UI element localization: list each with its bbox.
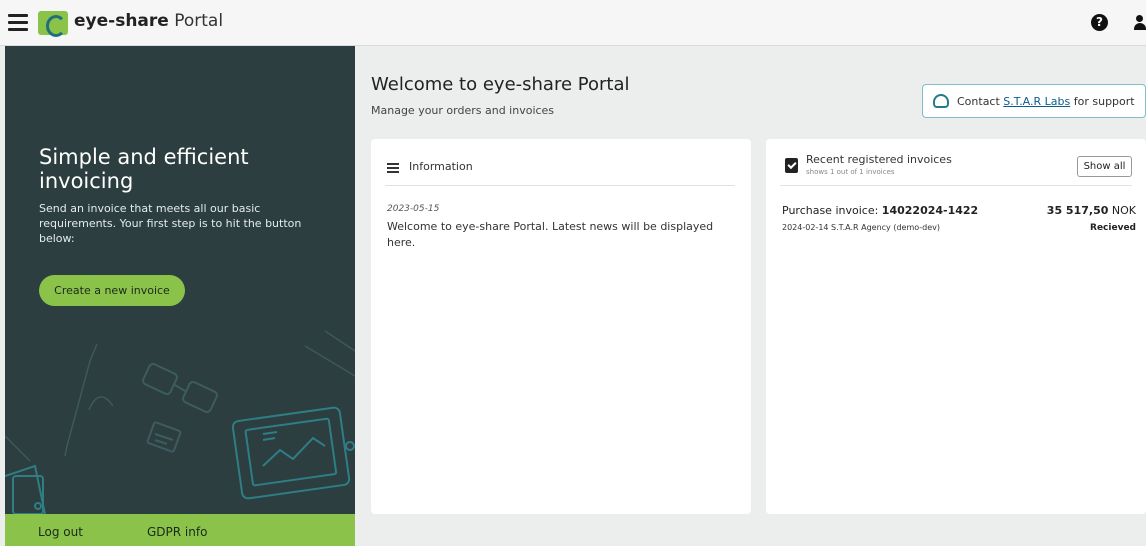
clipboard-check-icon [785, 158, 798, 173]
divider [780, 185, 1132, 186]
invoice-currency: NOK [1111, 204, 1136, 217]
recent-invoices-count: shows 1 out of 1 invoices [806, 168, 895, 176]
panel-description: Send an invoice that meets all our basic… [39, 202, 302, 245]
invoice-title: Purchase invoice: 14022024-1422 [782, 204, 978, 217]
news-date: 2023-05-15 [387, 204, 440, 214]
contact-support-text: Contact S.T.A.R Labs for support [957, 95, 1135, 108]
brand-suffix: Portal [174, 11, 224, 31]
recent-invoices-title: Recent registered invoices [806, 153, 952, 166]
brand-name: eye-share [74, 11, 169, 31]
contact-support-box: Contact S.T.A.R Labs for support [922, 84, 1146, 118]
panel-title: Simple and efficient invoicing [39, 145, 249, 193]
contact-suffix: for support [1073, 95, 1135, 108]
invoice-illustration [5, 330, 355, 514]
page-subtitle: Manage your orders and invoices [371, 104, 555, 117]
eye-share-logo [38, 11, 68, 37]
support-contact-link[interactable]: S.T.A.R Labs [1003, 95, 1070, 108]
invoice-amount-value: 35 517,50 [1046, 204, 1109, 217]
invoice-meta: 2024-02-14 S.T.A.R Agency (demo-dev) [782, 223, 941, 232]
recent-invoices-card: Recent registered invoices shows 1 out o… [766, 139, 1146, 514]
invoice-amount: 35 517,50 NOK [1047, 204, 1136, 217]
contact-prefix: Contact [957, 95, 1000, 108]
information-card: Information 2023-05-15 Welcome to eye-sh… [371, 139, 751, 514]
invoice-number: 14022024-1422 [881, 204, 979, 217]
divider [385, 185, 735, 186]
news-text: Welcome to eye-share Portal. Latest news… [387, 220, 714, 249]
list-icon [387, 163, 399, 173]
user-icon[interactable] [1134, 15, 1146, 31]
information-title: Information [409, 160, 473, 173]
headset-icon [933, 94, 949, 108]
app-title: eye-share Portal [74, 11, 223, 31]
invoice-row[interactable]: Purchase invoice: 14022024-1422 2024-02-… [782, 202, 1136, 238]
logout-link[interactable]: Log out [38, 525, 83, 539]
top-bar: eye-share Portal ? [0, 0, 1146, 46]
show-all-button[interactable]: Show all [1077, 156, 1132, 177]
help-icon[interactable]: ? [1091, 14, 1108, 31]
menu-icon[interactable] [8, 14, 28, 31]
create-invoice-button[interactable]: Create a new invoice [39, 275, 185, 306]
invoice-status: Recieved [1090, 223, 1136, 233]
panel-footer: Log out GDPR info [5, 514, 355, 546]
page-title: Welcome to eye-share Portal [371, 74, 630, 95]
invoice-type: Purchase invoice: [782, 204, 879, 217]
gdpr-info-link[interactable]: GDPR info [147, 525, 207, 539]
welcome-panel: Simple and efficient invoicing Send an i… [5, 46, 355, 514]
